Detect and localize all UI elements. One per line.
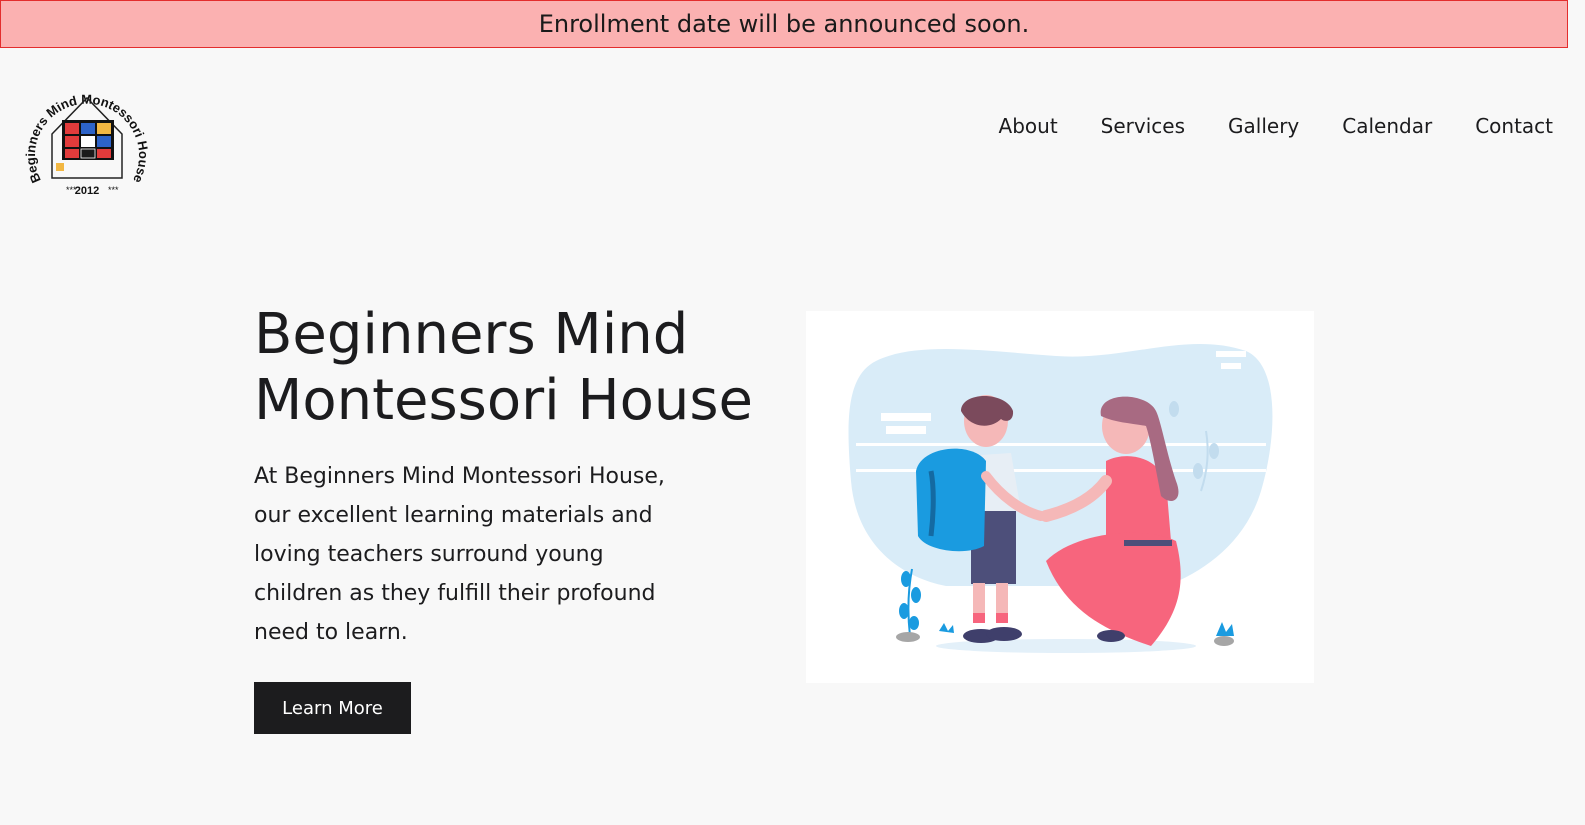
main-nav: About Services Gallery Calendar Contact xyxy=(956,112,1553,140)
logo-stars-right: *** xyxy=(108,185,119,195)
logo-year: 2012 xyxy=(75,185,99,197)
hero-title-line1: Beginners Mind xyxy=(254,302,689,367)
nav-calendar[interactable]: Calendar xyxy=(1342,112,1432,140)
nav-gallery[interactable]: Gallery xyxy=(1228,112,1299,140)
hero-description: At Beginners Mind Montessori House, our … xyxy=(254,464,665,645)
nav-contact[interactable]: Contact xyxy=(1475,112,1553,140)
hero-illustration xyxy=(806,311,1314,683)
hero-title: Beginners Mind Montessori House xyxy=(254,302,774,434)
site-logo[interactable]: Beginners Mind Montessori House *** 2012… xyxy=(22,70,152,200)
parent-child-illustration-icon xyxy=(848,344,1273,653)
learn-more-button[interactable]: Learn More xyxy=(254,682,411,734)
logo-icon: Beginners Mind Montessori House *** 2012… xyxy=(23,92,151,197)
nav-about[interactable]: About xyxy=(999,112,1058,140)
announcement-banner: Enrollment date will be announced soon. xyxy=(0,0,1568,48)
nav-services[interactable]: Services xyxy=(1101,112,1185,140)
announcement-text: Enrollment date will be announced soon. xyxy=(538,10,1030,38)
hero-title-line2: Montessori House xyxy=(254,368,753,433)
